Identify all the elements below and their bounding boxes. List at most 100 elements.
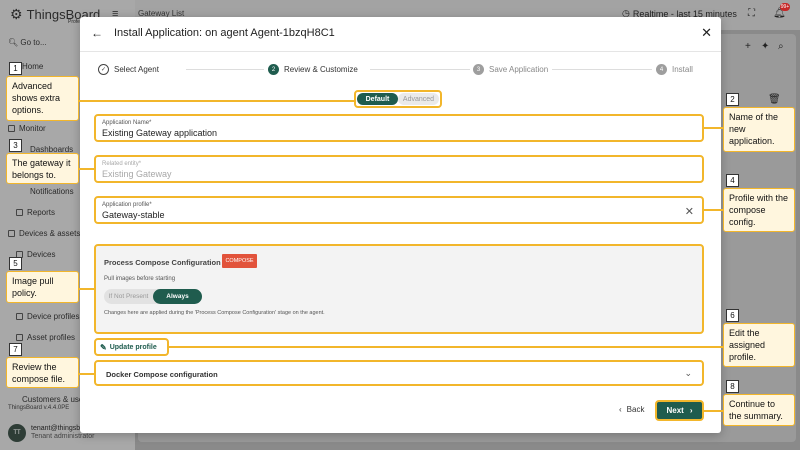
- pull-if-not-present[interactable]: If Not Present: [104, 289, 153, 304]
- devices-assets-icon: [8, 230, 15, 237]
- callout-text: Continue to the summary.: [729, 399, 783, 421]
- install-application-dialog: ← Install Application: on agent Agent-1b…: [80, 17, 721, 433]
- sidebar-item-notifications[interactable]: Notifications: [30, 187, 74, 196]
- step-install[interactable]: 4 Install: [656, 64, 693, 75]
- callout-4: Profile with the compose config.: [723, 188, 795, 232]
- callout-1: Advanced shows extra options.: [6, 76, 79, 121]
- callout-connector: [704, 410, 724, 412]
- callout-text: Review the compose file.: [12, 362, 66, 384]
- notification-badge: 99+: [780, 3, 790, 11]
- toggle-default[interactable]: Default: [357, 93, 398, 105]
- callout-text: Image pull policy.: [12, 276, 54, 298]
- compose-chip: COMPOSE: [222, 254, 257, 268]
- device-profiles-icon: [16, 313, 23, 320]
- goto-search[interactable]: 🔍︎ Go to...: [8, 38, 47, 47]
- callout-connector: [78, 168, 94, 170]
- step-number: 2: [268, 64, 279, 75]
- back-arrow-icon[interactable]: ←: [91, 26, 103, 40]
- add-icon[interactable]: +: [745, 41, 751, 52]
- sidebar-item-reports[interactable]: Reports: [16, 208, 55, 217]
- docker-compose-expander[interactable]: Docker Compose configuration ⌄: [94, 360, 704, 386]
- asset-profiles-icon: [16, 334, 23, 341]
- toggle-advanced[interactable]: Advanced: [398, 93, 439, 105]
- next-label: Next: [666, 406, 684, 415]
- sidebar-item-home[interactable]: Home: [22, 62, 43, 71]
- callout-text: Profile with the compose config.: [729, 193, 789, 227]
- fullscreen-icon[interactable]: ⛶: [748, 8, 755, 19]
- sidebar-item-label: Devices: [27, 250, 56, 259]
- step-review-customize[interactable]: 2 Review & Customize: [268, 64, 358, 75]
- callout-number: 4: [726, 174, 739, 187]
- pull-policy-toggle[interactable]: If Not Present Always: [104, 289, 202, 304]
- step-number: 3: [473, 64, 484, 75]
- callout-number: 5: [9, 257, 22, 270]
- sidebar-item-label: Asset profiles: [27, 333, 76, 342]
- sidebar-item-label: Monitor: [19, 124, 46, 133]
- compose-title: Process Compose Configuration: [104, 258, 221, 267]
- compose-note: Changes here are applied during the 'Pro…: [104, 310, 325, 316]
- update-profile-button[interactable]: ✎ Update profile: [94, 338, 169, 356]
- step-label: Review & Customize: [284, 65, 358, 74]
- sidebar-item-label: Device profiles: [27, 312, 80, 321]
- callout-connector: [78, 288, 94, 290]
- callout-number: 7: [9, 343, 22, 356]
- next-button[interactable]: Next ›: [655, 400, 704, 421]
- logo-icon: ⚙: [10, 6, 23, 22]
- callout-text: Advanced shows extra options.: [12, 81, 61, 115]
- sidebar-item-devices-assets[interactable]: Devices & assets: [8, 229, 80, 238]
- related-entity-label: Related entity*: [102, 161, 142, 167]
- magic-icon[interactable]: ✦: [761, 41, 769, 52]
- pull-always[interactable]: Always: [153, 289, 202, 304]
- divider: [80, 51, 721, 52]
- chevron-down-icon: ⌄: [684, 368, 692, 378]
- related-entity-value: Existing Gateway: [102, 169, 172, 179]
- step-connector: [552, 69, 652, 70]
- application-name-field[interactable]: Application Name* Existing Gateway appli…: [94, 114, 704, 142]
- step-label: Select Agent: [114, 65, 159, 74]
- step-select-agent[interactable]: ✓ Select Agent: [98, 64, 159, 75]
- callout-2: Name of the new application.: [723, 107, 795, 152]
- step-save-application[interactable]: 3 Save Application: [473, 64, 548, 75]
- application-profile-label: Application profile*: [102, 202, 152, 208]
- docker-compose-label: Docker Compose configuration: [106, 370, 218, 379]
- sidebar-item-monitor[interactable]: Monitor: [8, 124, 46, 133]
- sidebar-item-asset-profiles[interactable]: Asset profiles: [16, 333, 75, 342]
- chevron-right-icon: ›: [689, 406, 693, 415]
- step-label: Save Application: [489, 65, 549, 74]
- application-name-label: Application Name*: [102, 120, 152, 126]
- application-profile-field[interactable]: Application profile* Gateway-stable ✕: [94, 196, 704, 224]
- sidebar-item-label: Reports: [27, 208, 56, 217]
- chevron-left-icon: ‹: [619, 405, 622, 414]
- process-compose-panel: Process Compose Configuration COMPOSE Pu…: [94, 244, 704, 334]
- pull-label: Pull images before starting: [104, 276, 176, 282]
- dialog-header: ← Install Application: on agent Agent-1b…: [80, 17, 721, 51]
- callout-connector: [78, 373, 94, 375]
- callout-connector: [168, 346, 724, 348]
- callout-connector: [704, 127, 724, 129]
- close-icon[interactable]: ✕: [701, 25, 712, 41]
- application-profile-value: Gateway-stable: [102, 210, 165, 220]
- callout-connector: [78, 100, 354, 102]
- search-icon[interactable]: ⌕: [778, 41, 784, 52]
- dialog-title: Install Application: on agent Agent-1bzq…: [114, 27, 335, 39]
- callout-connector: [704, 209, 724, 211]
- callout-number: 8: [726, 380, 739, 393]
- callout-8: Continue to the summary.: [723, 394, 795, 426]
- clear-icon[interactable]: ✕: [685, 205, 694, 218]
- step-connector: [186, 69, 264, 70]
- check-icon: ✓: [98, 64, 109, 75]
- sidebar-item-device-profiles[interactable]: Device profiles: [16, 312, 79, 321]
- delete-icon[interactable]: 🗑︎: [768, 94, 781, 105]
- sidebar-item-label: Devices & assets: [19, 229, 81, 238]
- pencil-icon: ✎: [100, 342, 107, 352]
- callout-text: The gateway it belongs to.: [12, 158, 71, 180]
- step-label: Install: [672, 65, 693, 74]
- application-name-value: Existing Gateway application: [102, 128, 218, 138]
- callout-7: Review the compose file.: [6, 357, 79, 388]
- callout-text: Name of the new application.: [729, 112, 779, 146]
- sidebar-item-label: Notifications: [30, 187, 74, 196]
- callout-text: Edit the assigned profile.: [729, 328, 766, 362]
- mode-toggle[interactable]: Default Advanced: [354, 90, 442, 108]
- back-button[interactable]: ‹ Back: [619, 405, 644, 414]
- goto-label: Go to...: [20, 38, 47, 47]
